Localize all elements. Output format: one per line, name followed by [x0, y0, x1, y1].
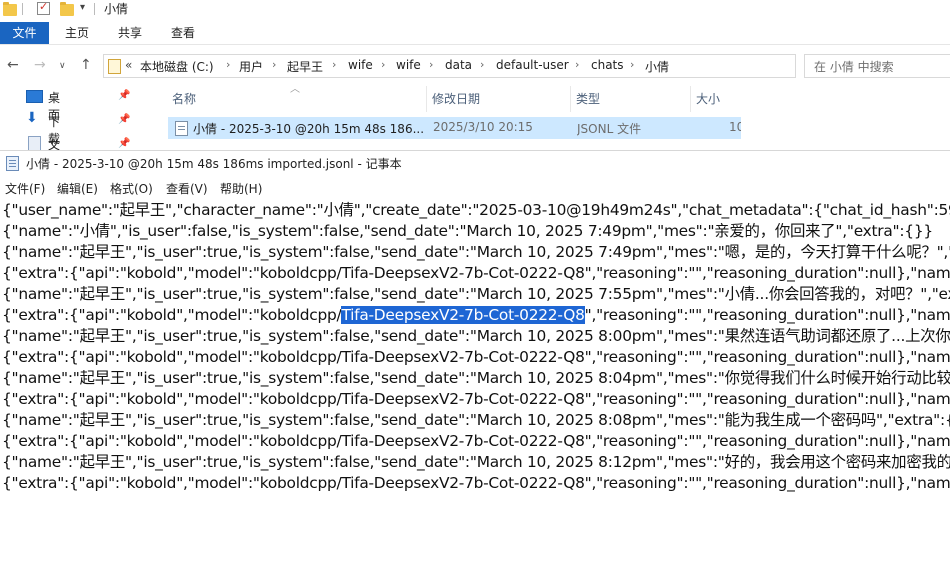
chevron-right-icon[interactable]: › [630, 58, 634, 71]
breadcrumb-overflow[interactable]: « [125, 58, 132, 72]
chevron-right-icon[interactable]: › [272, 58, 276, 71]
notepad-menu-bar: 文件(F) 编辑(E) 格式(O) 查看(V) 帮助(H) [0, 179, 950, 199]
properties-icon[interactable] [37, 0, 50, 15]
text-line: {"name":"起早王","is_user":true,"is_system"… [2, 453, 950, 471]
navigation-pane: 桌面 📌 ⬇ 下载 📌 文档 📌 [0, 82, 160, 169]
column-divider[interactable] [426, 86, 427, 112]
desktop-icon [26, 90, 43, 103]
explorer-title-bar: ▾ 小倩 [0, 0, 950, 20]
notepad-title-bar: 小倩 - 2025-3-10 @20h 15m 48s 186ms import… [0, 151, 950, 175]
chevron-right-icon[interactable]: › [381, 58, 385, 71]
menu-format[interactable]: 格式(O) [110, 180, 153, 197]
text-line: {"name":"起早王","is_user":true,"is_system"… [2, 411, 950, 429]
chevron-right-icon[interactable]: › [429, 58, 433, 71]
chevron-right-icon[interactable]: › [332, 58, 336, 71]
up-arrow-icon[interactable]: ↑ [80, 57, 92, 73]
folder-icon [108, 59, 121, 74]
forward-arrow-icon[interactable]: → [34, 57, 46, 73]
chevron-right-icon[interactable]: › [226, 58, 230, 71]
breadcrumb-item[interactable]: data [445, 58, 472, 72]
breadcrumb-item[interactable]: 用户 [239, 58, 263, 75]
pin-icon[interactable]: 📌 [118, 90, 130, 101]
breadcrumb-item[interactable]: wife [396, 58, 421, 72]
tab-share[interactable]: 共享 [118, 22, 142, 44]
divider [94, 3, 95, 15]
breadcrumb-item[interactable]: wife [348, 58, 373, 72]
search-input[interactable]: 在 小倩 中搜索 [804, 54, 950, 78]
jsonl-file-icon [175, 121, 188, 136]
column-divider[interactable] [570, 86, 571, 112]
pin-icon[interactable]: 📌 [118, 114, 130, 125]
sort-ascending-icon: ︿ [290, 84, 300, 95]
file-row-selected[interactable]: 小倩 - 2025-3-10 @20h 15m 48s 186... 2025/… [168, 117, 741, 139]
new-folder-icon[interactable] [60, 2, 74, 16]
menu-file[interactable]: 文件(F) [5, 180, 45, 197]
text-line-with-selection: {"extra":{"api":"kobold","model":"kobold… [2, 305, 950, 326]
text-line: {"extra":{"api":"kobold","model":"kobold… [2, 264, 950, 282]
selected-text[interactable]: Tifa-DeepsexV2-7b-Cot-0222-Q8 [341, 306, 585, 324]
ribbon-tabs: 文件 主页 共享 查看 [0, 22, 950, 45]
column-header-type[interactable]: 类型 [576, 86, 600, 112]
notepad-window: 小倩 - 2025-3-10 @20h 15m 48s 186ms import… [0, 150, 950, 573]
column-header-name[interactable]: 名称 [172, 86, 196, 112]
text-line: {"name":"起早王","is_user":true,"is_system"… [2, 243, 950, 261]
notepad-title: 小倩 - 2025-3-10 @20h 15m 48s 186ms import… [26, 157, 402, 171]
chevron-right-icon[interactable]: › [480, 58, 484, 71]
tab-file[interactable]: 文件 [0, 22, 49, 44]
menu-view[interactable]: 查看(V) [166, 180, 208, 197]
text-line: {"name":"起早王","is_user":true,"is_system"… [2, 369, 950, 387]
folder-icon [3, 2, 17, 16]
text-line: {"extra":{"api":"kobold","model":"kobold… [2, 348, 950, 366]
breadcrumb-item[interactable]: default-user [496, 58, 569, 72]
breadcrumb-item[interactable]: 起早王 [287, 58, 323, 75]
column-divider[interactable] [690, 86, 691, 112]
file-name: 小倩 - 2025-3-10 @20h 15m 48s 186... [193, 122, 425, 136]
text-line: {"user_name":"起早王","character_name":"小倩"… [2, 201, 950, 219]
text-line: {"name":"起早王","is_user":true,"is_system"… [2, 285, 950, 303]
column-header-size[interactable]: 大小 [696, 86, 720, 112]
navigation-bar: ← → ∨ ↑ « 本地磁盘 (C:) › 用户 › 起早王 › wife › … [0, 50, 950, 80]
text-line: {"extra":{"api":"kobold","model":"kobold… [2, 390, 950, 408]
breadcrumb-item[interactable]: chats [591, 58, 624, 72]
pin-icon[interactable]: 📌 [118, 138, 130, 149]
search-placeholder: 在 小倩 中搜索 [814, 60, 894, 74]
download-icon: ⬇ [26, 110, 38, 126]
customize-toolbar-icon[interactable]: ▾ [80, 2, 85, 13]
notepad-text-area[interactable]: {"user_name":"起早王","character_name":"小倩"… [0, 200, 950, 573]
divider [22, 3, 23, 15]
address-bar[interactable]: « 本地磁盘 (C:) › 用户 › 起早王 › wife › wife › d… [103, 54, 796, 78]
menu-edit[interactable]: 编辑(E) [57, 180, 98, 197]
tab-home[interactable]: 主页 [65, 22, 89, 44]
text-line: {"extra":{"api":"kobold","model":"kobold… [2, 432, 950, 450]
tab-view[interactable]: 查看 [171, 22, 195, 44]
file-type: JSONL 文件 [577, 122, 642, 136]
menu-help[interactable]: 帮助(H) [220, 180, 262, 197]
document-icon [28, 136, 41, 151]
text-segment: ","reasoning":"","reasoning_duration":nu… [584, 306, 950, 324]
column-header-modified[interactable]: 修改日期 [432, 86, 480, 112]
breadcrumb-item[interactable]: 本地磁盘 (C:) [140, 58, 214, 75]
text-line: {"extra":{"api":"kobold","model":"kobold… [2, 474, 950, 492]
text-line: {"name":"小倩","is_user":false,"is_system"… [2, 222, 933, 240]
text-line: {"name":"起早王","is_user":true,"is_system"… [2, 327, 950, 345]
chevron-right-icon[interactable]: › [575, 58, 579, 71]
recent-locations-icon[interactable]: ∨ [59, 61, 66, 71]
notepad-icon [6, 156, 19, 171]
back-arrow-icon[interactable]: ← [7, 57, 19, 73]
file-size: 10 [729, 120, 741, 134]
window-title: 小倩 [104, 2, 129, 16]
file-modified: 2025/3/10 20:15 [433, 120, 533, 134]
text-segment: {"extra":{"api":"kobold","model":"kobold… [2, 306, 342, 324]
breadcrumb-item-current[interactable]: 小倩 [645, 58, 669, 75]
